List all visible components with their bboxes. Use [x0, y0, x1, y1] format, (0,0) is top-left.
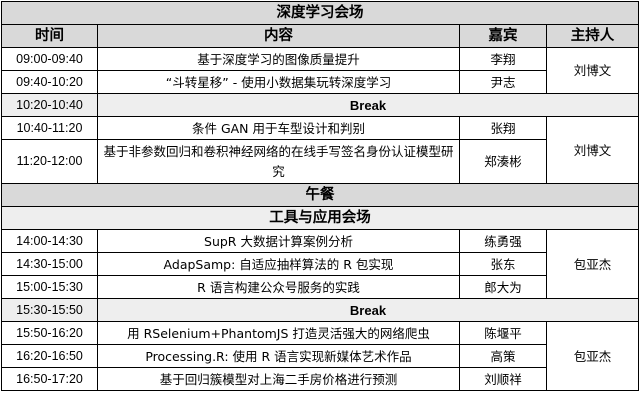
- table-row: 16:20-16:50 Processing.R: 使用 R 语言实现新媒体艺术…: [1, 344, 639, 368]
- header-content: 内容: [97, 24, 460, 48]
- content-cell: “斗转星移” - 使用小数据集玩转深度学习: [97, 70, 460, 94]
- table-row: 15:00-15:30 R 语言构建公众号服务的实践 郎大为: [1, 275, 639, 299]
- break-label: Break: [97, 93, 639, 117]
- host-cell: 包亚杰: [546, 321, 639, 391]
- content-cell: SupR 大数据计算案例分析: [97, 229, 460, 253]
- speaker-cell: 练勇强: [459, 229, 547, 253]
- speaker-cell: 高策: [459, 344, 547, 368]
- time-cell: 16:50-17:20: [1, 367, 98, 391]
- speaker-cell: 张东: [459, 252, 547, 276]
- content-cell: 用 RSelenium+PhantomJS 打造灵活强大的网络爬虫: [97, 321, 460, 345]
- header-speaker: 嘉宾: [459, 24, 547, 48]
- time-cell: 15:50-16:20: [1, 321, 98, 345]
- session-title-row: 工具与应用会场: [1, 206, 639, 230]
- break-row: 10:20-10:40 Break: [1, 93, 639, 117]
- time-cell: 11:20-12:00: [1, 139, 98, 184]
- host-cell: 刘博文: [546, 116, 639, 184]
- time-cell: 16:20-16:50: [1, 344, 98, 368]
- speaker-cell: 尹志: [459, 70, 547, 94]
- content-cell: 基于深度学习的图像质量提升: [97, 47, 460, 71]
- lunch-label: 午餐: [1, 183, 639, 207]
- time-cell: 15:00-15:30: [1, 275, 98, 299]
- speaker-cell: 郑湊彬: [459, 139, 547, 184]
- speaker-cell: 张翔: [459, 116, 547, 140]
- time-cell: 14:00-14:30: [1, 229, 98, 253]
- host-cell: 刘博文: [546, 47, 639, 94]
- content-cell: Processing.R: 使用 R 语言实现新媒体艺术作品: [97, 344, 460, 368]
- content-cell: 基于非参数回归和卷积神经网络的在线手写签名身份认证模型研究: [97, 139, 460, 184]
- header-host: 主持人: [546, 24, 639, 48]
- break-label: Break: [97, 298, 639, 322]
- speaker-cell: 郎大为: [459, 275, 547, 299]
- content-cell: 基于回归簇模型对上海二手房价格进行预测: [97, 367, 460, 391]
- lunch-row: 午餐: [1, 183, 639, 207]
- table-row: 10:40-11:20 条件 GAN 用于车型设计和判别 张翔 刘博文: [1, 116, 639, 184]
- table-row: 16:50-17:20 基于回归簇模型对上海二手房价格进行预测 刘顺祥: [1, 367, 639, 391]
- time-cell: 14:30-15:00: [1, 252, 98, 276]
- content-cell: R 语言构建公众号服务的实践: [97, 275, 460, 299]
- table-row: 09:00-09:40 基于深度学习的图像质量提升 李翔 刘博文: [1, 47, 639, 94]
- table-row: 09:40-10:20 “斗转星移” - 使用小数据集玩转深度学习 尹志: [1, 70, 639, 94]
- session-title-row: 深度学习会场: [1, 1, 639, 25]
- session-title: 深度学习会场: [1, 1, 639, 25]
- session-title: 工具与应用会场: [1, 206, 639, 230]
- speaker-cell: 李翔: [459, 47, 547, 71]
- content-cell: AdapSamp: 自适应抽样算法的 R 包实现: [97, 252, 460, 276]
- table-row: 14:00-14:30 SupR 大数据计算案例分析 练勇强 包亚杰: [1, 229, 639, 299]
- time-cell: 09:00-09:40: [1, 47, 98, 71]
- time-cell: 10:20-10:40: [1, 93, 98, 117]
- schedule-table: 深度学习会场 时间 内容 嘉宾 主持人 09:00-09:40 基于深度学习的图…: [1, 1, 639, 391]
- time-cell: 15:30-15:50: [1, 298, 98, 322]
- table-row: 14:30-15:00 AdapSamp: 自适应抽样算法的 R 包实现 张东: [1, 252, 639, 276]
- time-cell: 10:40-11:20: [1, 116, 98, 140]
- host-cell: 包亚杰: [546, 229, 639, 299]
- header-row: 时间 内容 嘉宾 主持人: [1, 24, 639, 48]
- table-row: 11:20-12:00 基于非参数回归和卷积神经网络的在线手写签名身份认证模型研…: [1, 139, 639, 184]
- speaker-cell: 陈堰平: [459, 321, 547, 345]
- speaker-cell: 刘顺祥: [459, 367, 547, 391]
- table-row: 15:50-16:20 用 RSelenium+PhantomJS 打造灵活强大…: [1, 321, 639, 391]
- time-cell: 09:40-10:20: [1, 70, 98, 94]
- content-cell: 条件 GAN 用于车型设计和判别: [97, 116, 460, 140]
- header-time: 时间: [1, 24, 98, 48]
- break-row: 15:30-15:50 Break: [1, 298, 639, 322]
